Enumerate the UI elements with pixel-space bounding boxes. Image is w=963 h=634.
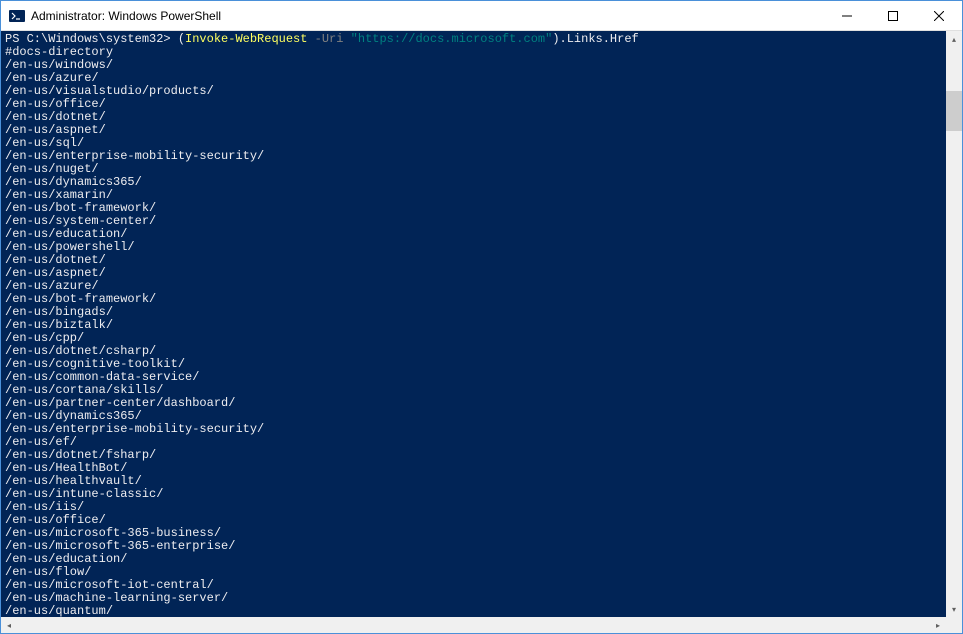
output-line: /en-us/intune-classic/ (5, 488, 958, 501)
scroll-left-arrow[interactable]: ◂ (1, 617, 17, 633)
scroll-thumb-vertical[interactable] (946, 91, 962, 131)
prompt-line: PS C:\Windows\system32> (Invoke-WebReque… (5, 33, 958, 46)
vertical-scrollbar[interactable]: ▴ ▾ (946, 31, 962, 617)
output-line: /en-us/dynamics365/ (5, 176, 958, 189)
output-line: /en-us/visualstudio/products/ (5, 85, 958, 98)
output-line: #docs-directory (5, 46, 958, 59)
paren-open: ( (178, 32, 185, 46)
url-string: "https://docs.microsoft.com" (351, 32, 553, 46)
titlebar[interactable]: Administrator: Windows PowerShell (1, 1, 962, 31)
output-line: /en-us/bingads/ (5, 306, 958, 319)
close-button[interactable] (916, 1, 962, 30)
powershell-icon (9, 8, 25, 24)
output-line: /en-us/aspnet/ (5, 267, 958, 280)
output-line: /en-us/dotnet/fsharp/ (5, 449, 958, 462)
powershell-window: Administrator: Windows PowerShell PS C:\… (0, 0, 963, 634)
output-line: /en-us/dotnet/ (5, 254, 958, 267)
output-line: /en-us/HealthBot/ (5, 462, 958, 475)
output-line: /en-us/microsoft-365-enterprise/ (5, 540, 958, 553)
paren-close: ) (552, 32, 559, 46)
output-line: /en-us/aspnet/ (5, 124, 958, 137)
output-line: /en-us/education/ (5, 553, 958, 566)
console-output[interactable]: PS C:\Windows\system32> (Invoke-WebReque… (1, 31, 962, 633)
output-line: /en-us/education/ (5, 228, 958, 241)
scrollbar-corner (946, 617, 962, 633)
output-line: /en-us/iis/ (5, 501, 958, 514)
output-line: /en-us/office/ (5, 98, 958, 111)
output-line: /en-us/enterprise-mobility-security/ (5, 150, 958, 163)
output-line: /en-us/machine-learning-server/ (5, 592, 958, 605)
window-title: Administrator: Windows PowerShell (31, 9, 824, 23)
output-line: /en-us/biztalk/ (5, 319, 958, 332)
output-line: /en-us/bot-framework/ (5, 293, 958, 306)
prompt-prefix: PS C:\Windows\system32> (5, 32, 178, 46)
output-line: /en-us/enterprise-mobility-security/ (5, 423, 958, 436)
console-body[interactable]: PS C:\Windows\system32> (Invoke-WebReque… (1, 31, 962, 633)
output-line: /en-us/partner-center/dashboard/ (5, 397, 958, 410)
output-line: /en-us/windows/ (5, 59, 958, 72)
param: -Uri (307, 32, 350, 46)
cmdlet: Invoke-WebRequest (185, 32, 307, 46)
scroll-right-arrow[interactable]: ▸ (930, 617, 946, 633)
horizontal-scrollbar[interactable]: ◂ ▸ (1, 617, 946, 633)
output-line: /en-us/powershell/ (5, 241, 958, 254)
window-controls (824, 1, 962, 30)
output-line: /en-us/nuget/ (5, 163, 958, 176)
member-access: .Links.Href (560, 32, 639, 46)
maximize-button[interactable] (870, 1, 916, 30)
scroll-down-arrow[interactable]: ▾ (946, 601, 962, 617)
output-line: /en-us/system-center/ (5, 215, 958, 228)
output-lines: #docs-directory/en-us/windows//en-us/azu… (5, 46, 958, 633)
scroll-up-arrow[interactable]: ▴ (946, 31, 962, 47)
output-line: /en-us/dotnet/ (5, 111, 958, 124)
minimize-button[interactable] (824, 1, 870, 30)
